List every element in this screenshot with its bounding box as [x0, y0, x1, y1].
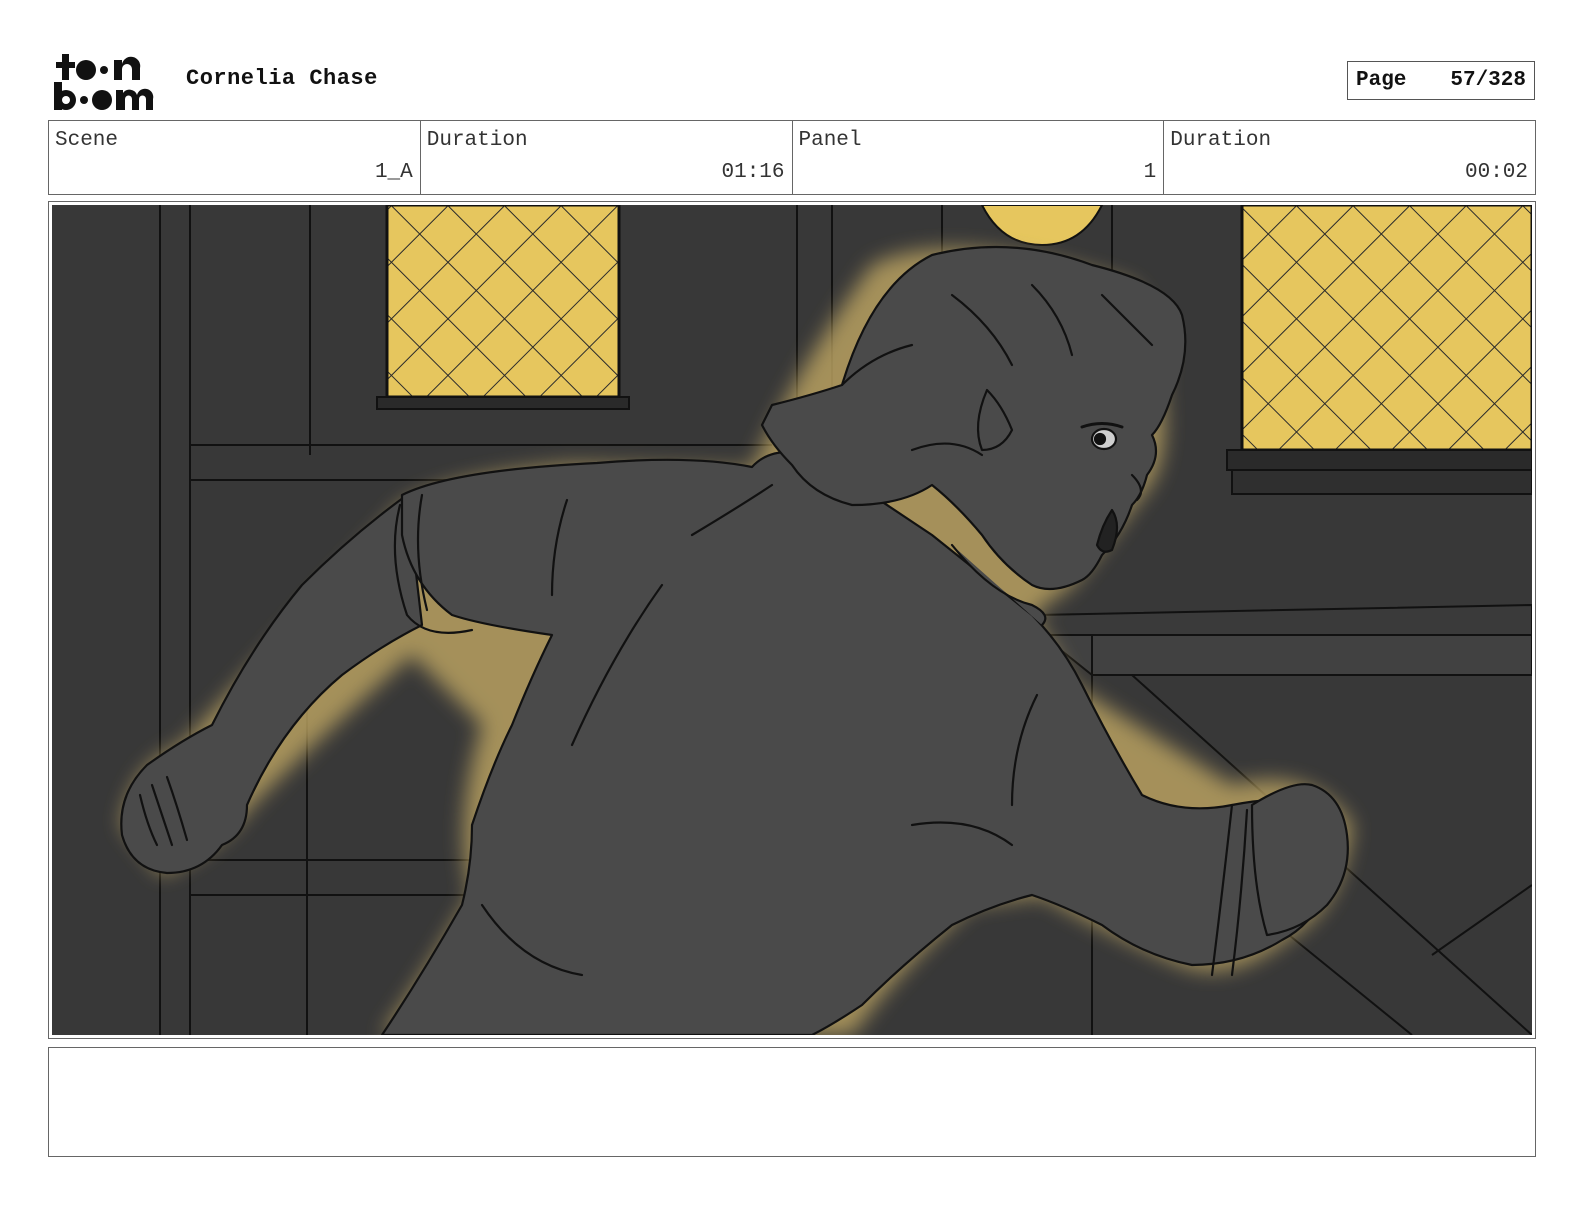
page-indicator: Page 57/328	[1347, 61, 1535, 100]
scene-cell: Scene 1_A	[49, 121, 421, 194]
scene-duration-value: 01:16	[721, 161, 785, 184]
panel-label: Panel	[798, 129, 862, 152]
toon-boom-logo	[52, 52, 164, 112]
page-label: Page	[1356, 69, 1407, 92]
page-number: 57/328	[1450, 69, 1526, 92]
panel-duration-label: Duration	[1170, 129, 1272, 152]
panel-duration-cell: Duration 00:02	[1164, 121, 1535, 194]
panel-info-table: Scene 1_A Duration 01:16 Panel 1 Duratio…	[48, 120, 1536, 195]
panel-cell: Panel 1	[793, 121, 1165, 194]
scene-duration-cell: Duration 01:16	[421, 121, 793, 194]
panel-value: 1	[1143, 161, 1157, 184]
storyboard-panel-image	[52, 205, 1532, 1035]
panel-notes-box	[48, 1047, 1536, 1157]
panel-duration-value: 00:02	[1464, 161, 1528, 184]
project-title: Cornelia Chase	[186, 66, 378, 91]
storyboard-drawing	[52, 205, 1532, 1035]
scene-label: Scene	[55, 129, 119, 152]
scene-duration-label: Duration	[426, 129, 528, 152]
scene-value: 1_A	[374, 161, 413, 184]
